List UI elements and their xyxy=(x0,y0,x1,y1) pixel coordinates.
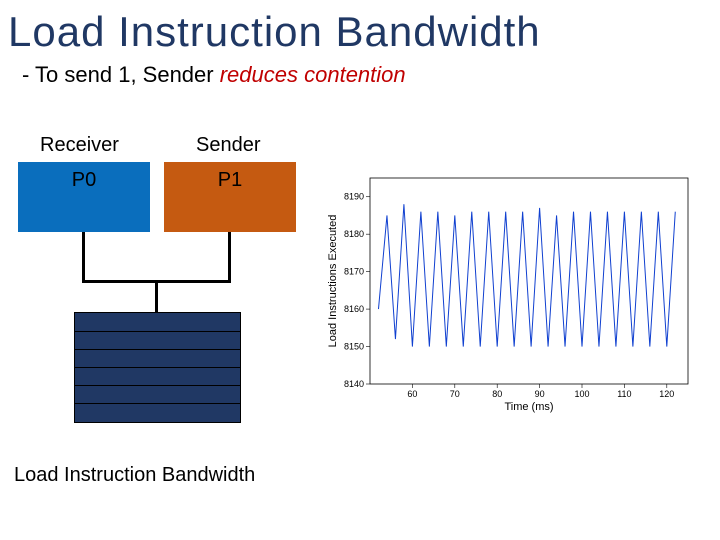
load-chart: 60 70 80 90 100 110 120 8140 8150 8160 8170 8180 819… xyxy=(322,168,700,414)
svg-text:70: 70 xyxy=(450,389,460,399)
sender-label: Sender xyxy=(196,134,261,157)
receiver-box: P0 xyxy=(18,162,150,232)
connector-mid-vert xyxy=(155,280,158,312)
shared-resource-stack xyxy=(74,312,241,423)
svg-text:120: 120 xyxy=(659,389,674,399)
slide-title: Load Instruction Bandwidth xyxy=(8,8,720,56)
svg-text:60: 60 xyxy=(407,389,417,399)
bullet-highlight: reduces contention xyxy=(220,62,406,87)
svg-text:8170: 8170 xyxy=(344,267,364,277)
svg-text:Load Instructions Executed: Load Instructions Executed xyxy=(327,215,339,348)
bullet-line: - To send 1, Sender reduces contention xyxy=(22,62,720,88)
svg-text:8140: 8140 xyxy=(344,379,364,389)
svg-text:8180: 8180 xyxy=(344,229,364,239)
svg-text:100: 100 xyxy=(574,389,589,399)
connector-left-vert xyxy=(82,232,85,282)
sender-box: P1 xyxy=(164,162,296,232)
receiver-label: Receiver xyxy=(40,134,119,157)
p1-label: P1 xyxy=(165,169,295,192)
p0-label: P0 xyxy=(19,169,149,192)
svg-text:Time (ms): Time (ms) xyxy=(504,401,553,413)
bullet-prefix: - To send 1, Sender xyxy=(22,62,220,87)
svg-text:110: 110 xyxy=(617,389,631,399)
svg-text:90: 90 xyxy=(535,389,545,399)
svg-text:8190: 8190 xyxy=(344,192,364,202)
svg-text:8150: 8150 xyxy=(344,342,364,352)
diagram-stage: Receiver Sender P0 P1 Load Instruction B… xyxy=(0,88,720,528)
svg-text:80: 80 xyxy=(492,389,502,399)
connector-right-vert xyxy=(228,232,231,282)
diagram-caption: Load Instruction Bandwidth xyxy=(14,464,255,487)
svg-text:8160: 8160 xyxy=(344,304,364,314)
